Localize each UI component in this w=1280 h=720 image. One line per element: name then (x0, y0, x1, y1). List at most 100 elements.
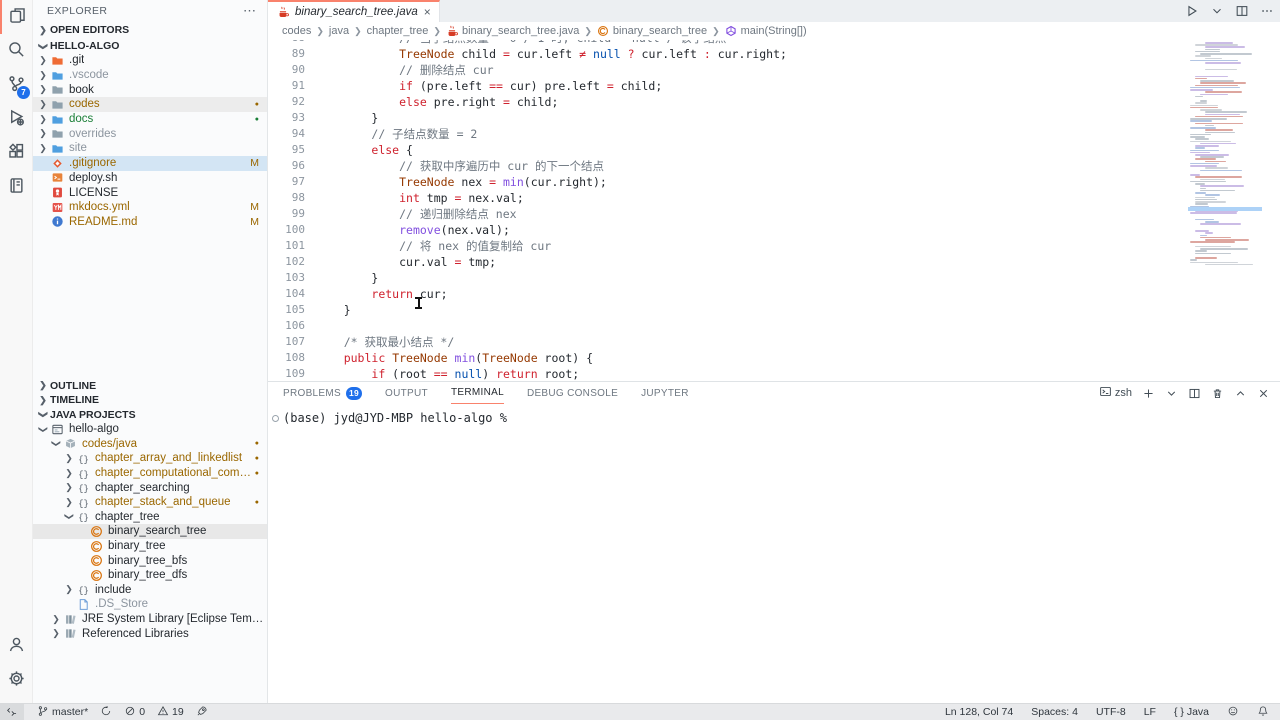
close-icon[interactable]: × (424, 6, 431, 18)
panel-tab-terminal[interactable]: TERMINAL (451, 382, 504, 404)
workspace-root-section[interactable]: ❯ HELLO-ALGO (33, 38, 267, 54)
breadcrumb-item-1[interactable]: java (329, 25, 349, 37)
terminal-dropdown-icon[interactable] (1165, 387, 1178, 400)
chevron-right-icon[interactable]: ❯ (62, 453, 76, 464)
file-codes[interactable]: ❯codes● (33, 97, 267, 112)
status-warnings[interactable]: 19 (152, 704, 189, 720)
activity-item-search[interactable] (0, 34, 33, 68)
chevron-right-icon[interactable]: ❯ (36, 84, 50, 95)
status-eol[interactable]: LF (1139, 704, 1161, 720)
status-feedback[interactable] (1222, 704, 1244, 720)
chevron-right-icon[interactable]: ❯ (36, 114, 50, 125)
split-terminal-icon[interactable] (1188, 387, 1201, 400)
status-sync[interactable] (95, 704, 117, 720)
timeline-section[interactable]: ❯ TIMELINE (33, 393, 267, 407)
panel-tab-output[interactable]: OUTPUT (385, 382, 428, 404)
activity-item-notebook[interactable] (0, 170, 33, 204)
jp-chapter-computational-complexity[interactable]: ❯{}chapter_computational_complexity● (33, 466, 267, 481)
status-java-status[interactable] (191, 704, 213, 720)
jp--ds-store[interactable]: .DS_Store (33, 597, 267, 612)
file-site[interactable]: ❯site (33, 141, 267, 156)
file-docs[interactable]: ❯docs● (33, 112, 267, 127)
activity-item-accounts[interactable] (0, 629, 33, 663)
chevron-right-icon[interactable]: ❯ (36, 70, 50, 81)
code-token: = (503, 95, 510, 109)
java-projects-section[interactable]: ❯ JAVA PROJECTS (33, 407, 267, 422)
chevron-right-icon[interactable]: ❯ (36, 55, 50, 66)
file-mkdocs-yml[interactable]: mkdocs.ymlM (33, 200, 267, 215)
chevron-right-icon[interactable]: ❯ (62, 584, 76, 595)
activity-item-source-control[interactable]: 7 (0, 68, 33, 102)
status-notifications[interactable] (1252, 704, 1274, 720)
kill-terminal-icon[interactable] (1211, 387, 1224, 400)
jp-binary-tree-dfs[interactable]: binary_tree_dfs (33, 568, 267, 583)
jp-binary-tree[interactable]: binary_tree (33, 539, 267, 554)
jp-binary-tree-bfs[interactable]: binary_tree_bfs (33, 553, 267, 568)
minimap[interactable] (1188, 40, 1262, 381)
status-errors[interactable]: 0 (119, 704, 150, 720)
jp-binary-search-tree[interactable]: binary_search_tree (33, 524, 267, 539)
jp-hello-algo[interactable]: ❯hello-algo (33, 422, 267, 437)
more-actions-icon[interactable] (1260, 4, 1274, 18)
status-language-mode[interactable]: { } Java (1169, 704, 1214, 720)
jp-jre-system-library-eclipse-temurin-17-17-[interactable]: ❯JRE System Library [Eclipse Temurin 17 … (33, 612, 267, 627)
panel-tab-debug-console[interactable]: DEBUG CONSOLE (527, 382, 618, 404)
open-editors-section[interactable]: ❯ OPEN EDITORS (33, 22, 267, 38)
terminal-shell-select[interactable]: zsh (1099, 385, 1132, 401)
jp-chapter-stack-and-queue[interactable]: ❯{}chapter_stack_and_queue● (33, 495, 267, 510)
breadcrumb-item-3[interactable]: binary_search_tree.java (446, 25, 579, 37)
jp-chapter-searching[interactable]: ❯{}chapter_searching (33, 480, 267, 495)
activity-item-extensions[interactable] (0, 136, 33, 170)
terminal[interactable]: (base) jyd@JYD-MBP hello-algo % (268, 410, 1280, 703)
chevron-right-icon[interactable]: ❯ (36, 128, 50, 139)
code-area[interactable]: 88 // 当子结点数量 = 0 / 1 时, child = null / 该… (268, 40, 1280, 381)
chevron-right-icon[interactable]: ❯ (62, 468, 76, 479)
status-encoding[interactable]: UTF-8 (1091, 704, 1131, 720)
jp-codes-java[interactable]: ❯codes/java● (33, 437, 267, 452)
chevron-right-icon[interactable]: ❯ (36, 99, 50, 110)
file--git[interactable]: ❯.git (33, 53, 267, 68)
outline-section[interactable]: ❯ OUTLINE (33, 378, 267, 393)
panel-tab-jupyter[interactable]: JUPYTER (641, 382, 689, 404)
maximize-panel-icon[interactable] (1234, 387, 1247, 400)
tab-binary-search-tree[interactable]: binary_search_tree.java × (268, 0, 440, 22)
status-cursor-position[interactable]: Ln 128, Col 74 (940, 704, 1018, 720)
chevron-down-icon[interactable]: ❯ (51, 437, 62, 451)
chevron-right-icon[interactable]: ❯ (49, 628, 63, 639)
file-overrides[interactable]: ❯overrides (33, 126, 267, 141)
file-book[interactable]: ❯book (33, 82, 267, 97)
split-editor-icon[interactable] (1235, 4, 1249, 18)
status-branch[interactable]: master* (32, 704, 93, 720)
file-license[interactable]: LICENSE (33, 185, 267, 200)
activity-item-run-and-debug[interactable] (0, 102, 33, 136)
breadcrumb-item-4[interactable]: binary_search_tree (597, 25, 707, 37)
activity-item-settings[interactable] (0, 663, 33, 697)
chevron-right-icon[interactable]: ❯ (36, 143, 50, 154)
activity-item-explorer[interactable] (0, 0, 33, 34)
run-dropdown-icon[interactable] (1210, 4, 1224, 18)
panel-tab-problems[interactable]: PROBLEMS19 (283, 382, 362, 404)
chevron-right-icon[interactable]: ❯ (62, 497, 76, 508)
chevron-right-icon[interactable]: ❯ (49, 614, 63, 625)
status-indentation[interactable]: Spaces: 4 (1026, 704, 1083, 720)
breadcrumb-item-2[interactable]: chapter_tree (367, 25, 429, 37)
explorer-more-icon[interactable]: ⋯ (243, 3, 257, 19)
chevron-right-icon[interactable]: ❯ (62, 482, 76, 493)
close-panel-icon[interactable] (1257, 387, 1270, 400)
breadcrumb-item-0[interactable]: codes (282, 25, 311, 37)
file-readme-md[interactable]: README.mdM (33, 215, 267, 230)
file-deploy-sh[interactable]: deploy.sh (33, 171, 267, 186)
jp-include[interactable]: ❯{}include (33, 583, 267, 598)
file--gitignore[interactable]: .gitignoreM (33, 156, 267, 171)
chevron-down-icon[interactable]: ❯ (64, 510, 75, 524)
file--vscode[interactable]: ❯.vscode (33, 68, 267, 83)
breadcrumb-item-5[interactable]: main(String[]) (725, 25, 807, 37)
remote-indicator[interactable] (0, 704, 24, 720)
run-icon[interactable] (1185, 4, 1199, 18)
jp-chapter-tree[interactable]: ❯{}chapter_tree (33, 510, 267, 525)
jp-chapter-array-and-linkedlist[interactable]: ❯{}chapter_array_and_linkedlist● (33, 451, 267, 466)
jp-referenced-libraries[interactable]: ❯Referenced Libraries (33, 626, 267, 641)
tree-item-label: LICENSE (69, 187, 118, 199)
new-terminal-icon[interactable] (1142, 387, 1155, 400)
chevron-down-icon[interactable]: ❯ (38, 422, 49, 436)
